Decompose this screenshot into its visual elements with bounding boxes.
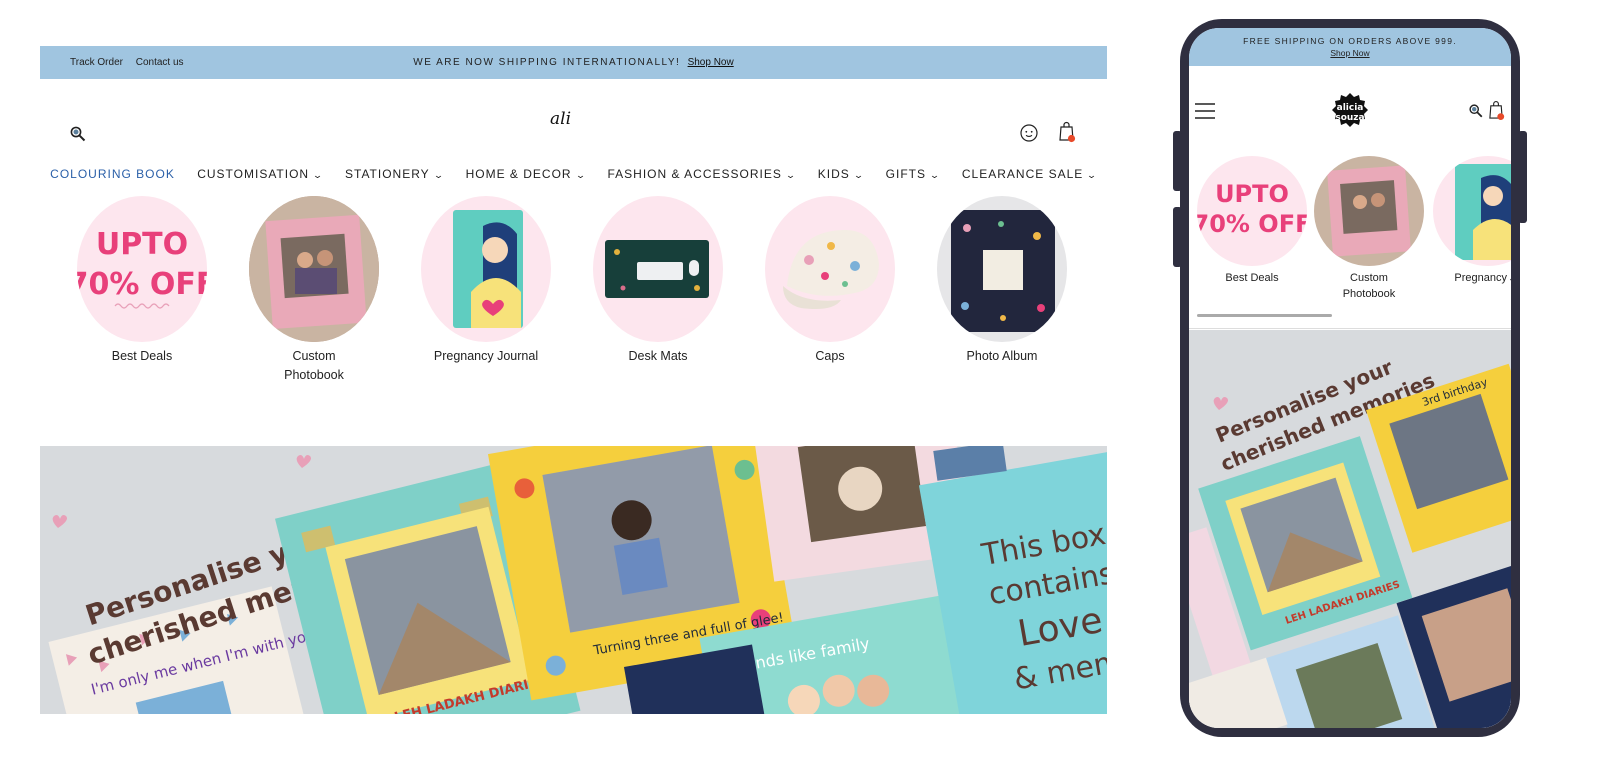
main-nav: COLOURING BOOK CUSTOMISATION ⌄ STATIONERY… <box>40 167 1107 193</box>
search-icon[interactable] <box>69 125 87 143</box>
category-best-deals[interactable]: UPTO 70% OFF Best Deals <box>62 196 222 366</box>
phone-announcement-text: FREE SHIPPING ON ORDERS ABOVE 999. <box>1243 36 1457 46</box>
announcement-bar: Track Order Contact us WE ARE NOW SHIPPI… <box>40 46 1107 79</box>
phone-site-logo[interactable]: alicia souza <box>1329 92 1371 132</box>
bag-icon[interactable] <box>1488 100 1505 121</box>
phone-side-button <box>1173 131 1182 191</box>
phone-mockup: FREE SHIPPING ON ORDERS ABOVE 999. Shop … <box>1173 19 1527 737</box>
best-deals-image: UPTO 70% OFF <box>1197 156 1307 266</box>
svg-text:alicia: alicia <box>1337 103 1364 113</box>
phone-screen: FREE SHIPPING ON ORDERS ABOVE 999. Shop … <box>1189 28 1511 728</box>
phone-side-button <box>1173 207 1182 267</box>
chevron-down-icon: ⌄ <box>853 170 866 180</box>
pregnancy-journal-image <box>421 196 551 342</box>
chevron-down-icon: ⌄ <box>785 170 798 180</box>
category-photo-album[interactable]: Photo Album <box>922 196 1082 366</box>
site-header: ali <box>40 79 1107 167</box>
custom-photobook-image <box>1314 156 1424 266</box>
photo-album-image <box>937 196 1067 342</box>
pregnancy-journal-image <box>1433 156 1511 266</box>
best-deals-image: UPTO 70% OFF <box>77 196 207 342</box>
hero-banner[interactable]: I'm only me when I'm with you! Personali… <box>40 446 1107 714</box>
category-label: Best Deals <box>111 349 173 363</box>
divider <box>1189 328 1511 329</box>
chevron-down-icon: ⌄ <box>432 170 445 180</box>
nav-fashion-accessories[interactable]: FASHION & ACCESSORIES ⌄ <box>607 167 795 181</box>
phone-category-custom-photobook[interactable]: Custom Photobook <box>1314 156 1424 302</box>
carousel-scroll-indicator[interactable] <box>1197 314 1332 317</box>
category-label: Pregnancy Jo <box>1454 272 1511 284</box>
nav-kids[interactable]: KIDS ⌄ <box>818 167 864 181</box>
svg-text:70% OFF: 70% OFF <box>77 267 207 302</box>
phone-side-button <box>1518 131 1527 223</box>
category-label: Custom Photobook <box>1342 272 1396 300</box>
announcement-text: WE ARE NOW SHIPPING INTERNATIONALLY! <box>413 57 681 68</box>
svg-text:UPTO: UPTO <box>96 227 188 262</box>
bag-icon[interactable] <box>1058 121 1076 143</box>
desk-mats-image <box>593 196 723 342</box>
category-label: Custom Photobook <box>284 349 344 382</box>
shop-now-link[interactable]: Shop Now <box>688 57 734 68</box>
desktop-view: Track Order Contact us WE ARE NOW SHIPPI… <box>40 46 1107 714</box>
nav-customisation[interactable]: CUSTOMISATION ⌄ <box>197 167 325 181</box>
caps-image <box>765 196 895 342</box>
phone-header: alicia souza <box>1189 66 1511 156</box>
category-label: Best Deals <box>1225 272 1279 284</box>
category-caps[interactable]: Caps <box>750 196 910 366</box>
search-icon[interactable] <box>1468 103 1484 119</box>
category-label: Photo Album <box>966 349 1038 363</box>
phone-category-pregnancy-journal[interactable]: Pregnancy Jo <box>1433 156 1511 286</box>
category-pregnancy-journal[interactable]: Pregnancy Journal <box>406 196 566 366</box>
phone-hero-banner[interactable]: Personalise your cherished memories 3rd … <box>1189 330 1511 728</box>
category-desk-mats[interactable]: Desk Mats <box>578 196 738 366</box>
chevron-down-icon: ⌄ <box>312 170 325 180</box>
chevron-down-icon: ⌄ <box>1086 170 1099 180</box>
svg-text:UPTO: UPTO <box>1215 180 1289 208</box>
site-logo[interactable]: ali <box>550 109 571 129</box>
phone-announcement-bar: FREE SHIPPING ON ORDERS ABOVE 999. Shop … <box>1189 28 1511 66</box>
phone-shop-now-link[interactable]: Shop Now <box>1189 48 1511 58</box>
svg-text:souza: souza <box>1335 113 1364 123</box>
category-custom-photobook[interactable]: Custom Photobook <box>234 196 394 385</box>
phone-category-best-deals[interactable]: UPTO 70% OFF Best Deals <box>1197 156 1307 286</box>
chevron-down-icon: ⌄ <box>574 170 587 180</box>
category-label: Caps <box>815 349 845 363</box>
menu-icon[interactable] <box>1195 103 1215 119</box>
nav-gifts[interactable]: GIFTS ⌄ <box>886 167 940 181</box>
custom-photobook-image <box>249 196 379 342</box>
category-label: Pregnancy Journal <box>433 349 539 363</box>
svg-text:70% OFF: 70% OFF <box>1197 210 1307 238</box>
nav-stationery[interactable]: STATIONERY ⌄ <box>345 167 445 181</box>
nav-colouring-book[interactable]: COLOURING BOOK <box>50 167 175 181</box>
category-row: UPTO 70% OFF Best Deals Custom Photobook <box>40 193 1107 423</box>
chevron-down-icon: ⌄ <box>929 170 942 180</box>
category-label: Desk Mats <box>628 349 688 363</box>
nav-clearance-sale[interactable]: CLEARANCE SALE ⌄ <box>962 167 1097 181</box>
nav-home-decor[interactable]: HOME & DECOR ⌄ <box>466 167 586 181</box>
phone-category-row: UPTO 70% OFF Best Deals Custom Photobook <box>1189 156 1511 336</box>
account-icon[interactable] <box>1020 124 1038 142</box>
